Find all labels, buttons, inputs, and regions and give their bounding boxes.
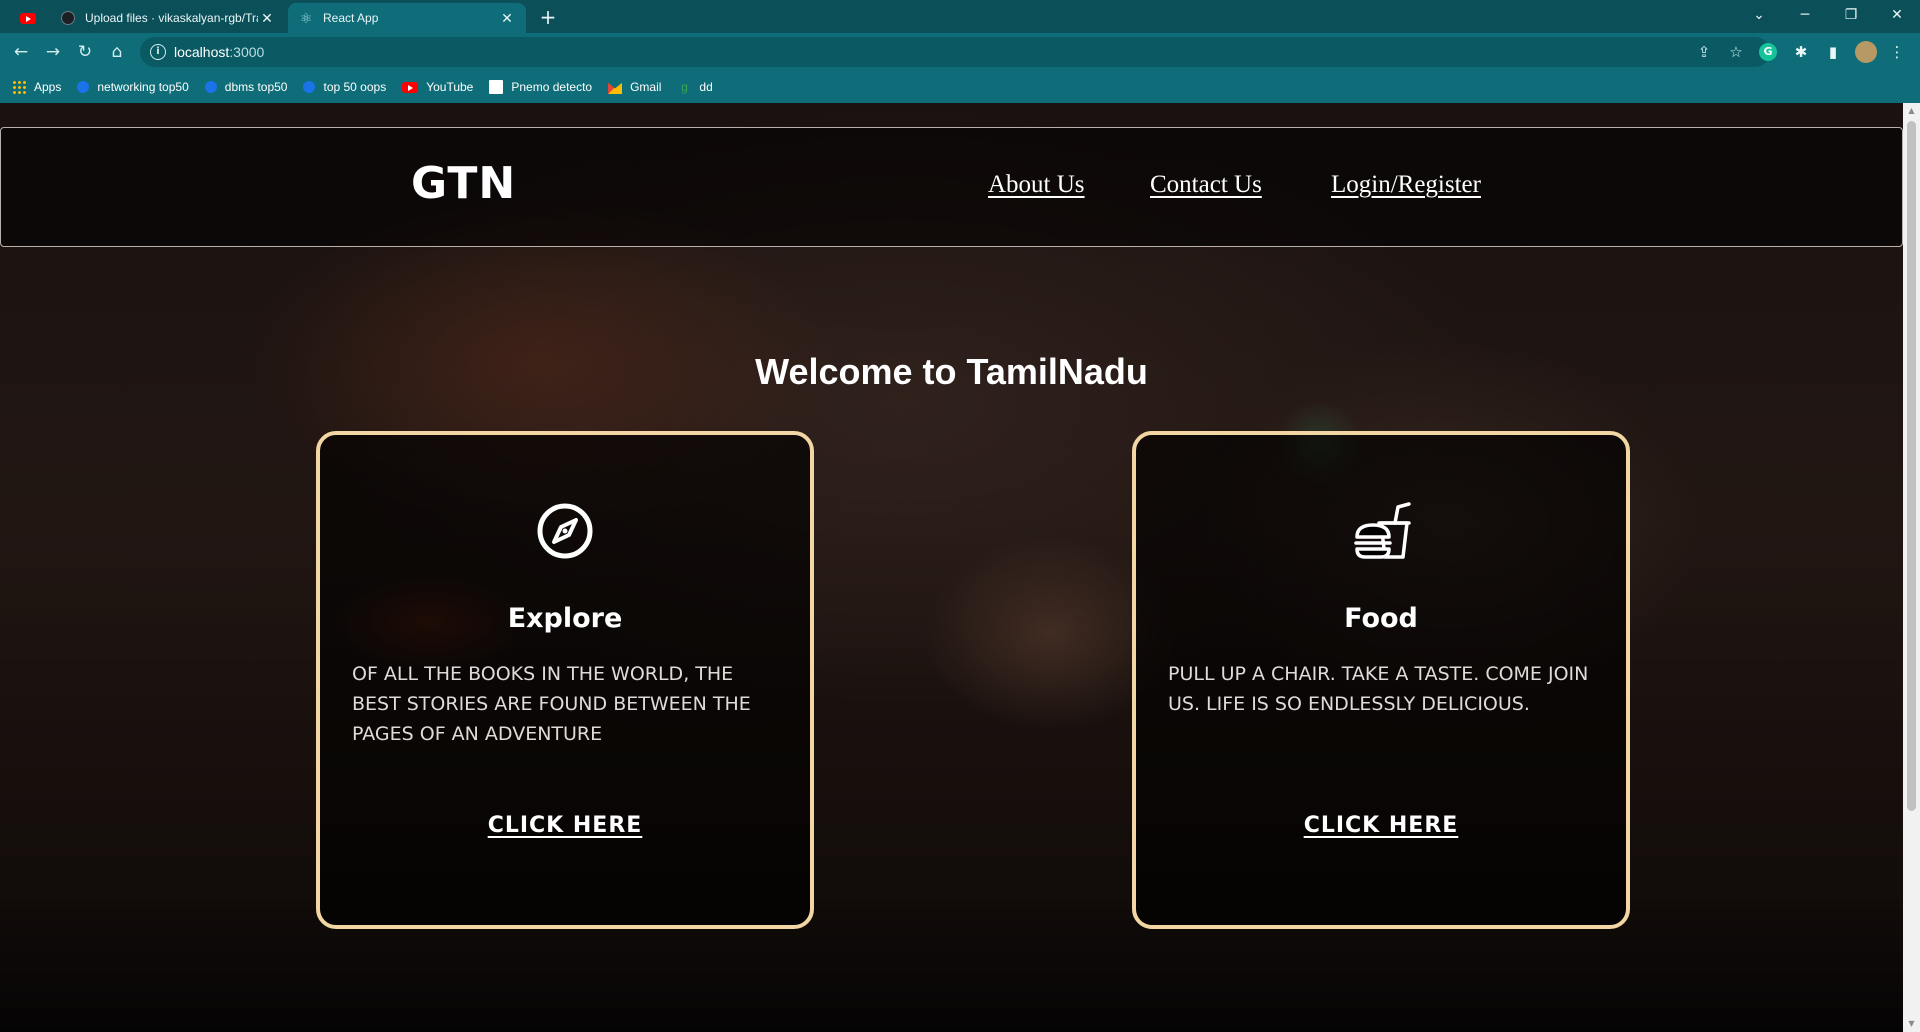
url-text[interactable]: localhost:3000 — [174, 37, 264, 67]
compass-icon — [535, 501, 595, 561]
card-title: Explore — [507, 603, 623, 634]
bookmark-dbms[interactable]: dbms top50 — [204, 80, 287, 94]
youtube-icon — [20, 10, 36, 26]
bookmark-networking[interactable]: networking top50 — [77, 80, 189, 94]
scrollbar-thumb[interactable] — [1907, 121, 1916, 811]
browser-toolbar: ← → ↻ ⌂ i localhost:3000 ⇪ ☆ G ✱ ▮ ⋮ — [0, 33, 1920, 71]
site-logo[interactable]: GTN — [411, 158, 516, 209]
card-title: Food — [1344, 603, 1418, 634]
tab-youtube[interactable] — [10, 3, 48, 33]
youtube-icon — [402, 81, 419, 93]
site-info-icon[interactable]: i — [150, 44, 166, 60]
tab-react-app[interactable]: ⚛ React App ✕ — [288, 3, 526, 33]
tab-title: Upload files · vikaskalyan-rgb/Tra — [85, 11, 258, 25]
page-scrollbar[interactable]: ▲ ▼ — [1903, 103, 1920, 1032]
browser-chrome: Upload files · vikaskalyan-rgb/Tra ✕ ⚛ R… — [0, 0, 1920, 103]
share-icon[interactable]: ⇪ — [1694, 42, 1714, 62]
menu-icon[interactable]: ⋮ — [1886, 41, 1908, 63]
reload-icon[interactable]: ↻ — [72, 39, 98, 65]
extensions-icon[interactable]: ✱ — [1790, 41, 1812, 63]
react-icon: ⚛ — [299, 10, 313, 26]
grammarly-icon[interactable]: G — [1759, 43, 1777, 61]
card-description: PULL UP A CHAIR. TAKE A TASTE. COME JOIN… — [1168, 663, 1589, 715]
bookmarks-bar: Apps networking top50 dbms top50 top 50 … — [0, 71, 1920, 103]
profile-avatar[interactable] — [1855, 41, 1877, 63]
close-tab-icon[interactable]: ✕ — [498, 10, 516, 27]
new-tab-button[interactable]: + — [536, 5, 560, 29]
back-icon[interactable]: ← — [8, 39, 34, 65]
bookmark-star-icon[interactable]: ☆ — [1726, 42, 1746, 62]
globe-icon — [303, 81, 316, 93]
bookmark-gmail[interactable]: Gmail — [608, 80, 661, 94]
scroll-up-icon[interactable]: ▲ — [1903, 103, 1920, 119]
github-icon — [60, 10, 76, 26]
welcome-heading: Welcome to TamilNadu — [755, 351, 1148, 392]
minimize-button[interactable]: ─ — [1782, 0, 1828, 30]
tab-search-icon[interactable]: ⌄ — [1736, 0, 1782, 30]
nav-login-link[interactable]: Login/Register — [1331, 171, 1481, 199]
bookmark-pnemo[interactable]: Pnemo detecto — [489, 80, 592, 94]
food-card: Food PULL UP A CHAIR. TAKE A TASTE. COME… — [1132, 431, 1630, 929]
home-icon[interactable]: ⌂ — [104, 39, 130, 65]
food-click-here-link[interactable]: CLICK HERE — [1136, 813, 1626, 838]
page-viewport: GTN About Us Contact Us Login/Register W… — [0, 103, 1903, 1032]
tab-github-upload[interactable]: Upload files · vikaskalyan-rgb/Tra ✕ — [50, 3, 286, 33]
explore-click-here-link[interactable]: CLICK HERE — [320, 813, 810, 838]
card-description: OF ALL THE BOOKS IN THE WORLD, THE BEST … — [352, 663, 751, 745]
document-icon — [489, 80, 504, 94]
close-tab-icon[interactable]: ✕ — [258, 10, 276, 27]
bookmark-oops[interactable]: top 50 oops — [303, 80, 386, 94]
address-bar[interactable]: i localhost:3000 ⇪ ☆ — [140, 37, 1770, 67]
globe-icon — [204, 81, 217, 93]
forward-icon[interactable]: → — [40, 39, 66, 65]
explore-card: Explore OF ALL THE BOOKS IN THE WORLD, T… — [316, 431, 814, 929]
nav-contact-link[interactable]: Contact Us — [1150, 171, 1262, 199]
tab-strip: Upload files · vikaskalyan-rgb/Tra ✕ ⚛ R… — [0, 0, 1920, 33]
globe-icon — [77, 81, 90, 93]
scroll-down-icon[interactable]: ▼ — [1903, 1016, 1920, 1032]
gmail-icon — [608, 82, 623, 94]
restore-button[interactable]: ❐ — [1828, 0, 1874, 30]
close-window-button[interactable]: ✕ — [1874, 0, 1920, 30]
site-navbar: GTN About Us Contact Us Login/Register — [0, 127, 1903, 247]
tab-title: React App — [323, 11, 379, 25]
bookmark-apps[interactable]: Apps — [12, 80, 61, 94]
apps-grid-icon — [12, 80, 26, 94]
side-panel-icon[interactable]: ▮ — [1822, 41, 1844, 63]
nav-about-link[interactable]: About Us — [988, 171, 1085, 199]
grammarly-icon: g — [681, 80, 688, 94]
burger-drink-icon — [1351, 501, 1411, 561]
bookmark-dd[interactable]: g dd — [677, 80, 713, 94]
bookmark-youtube[interactable]: YouTube — [402, 80, 473, 94]
